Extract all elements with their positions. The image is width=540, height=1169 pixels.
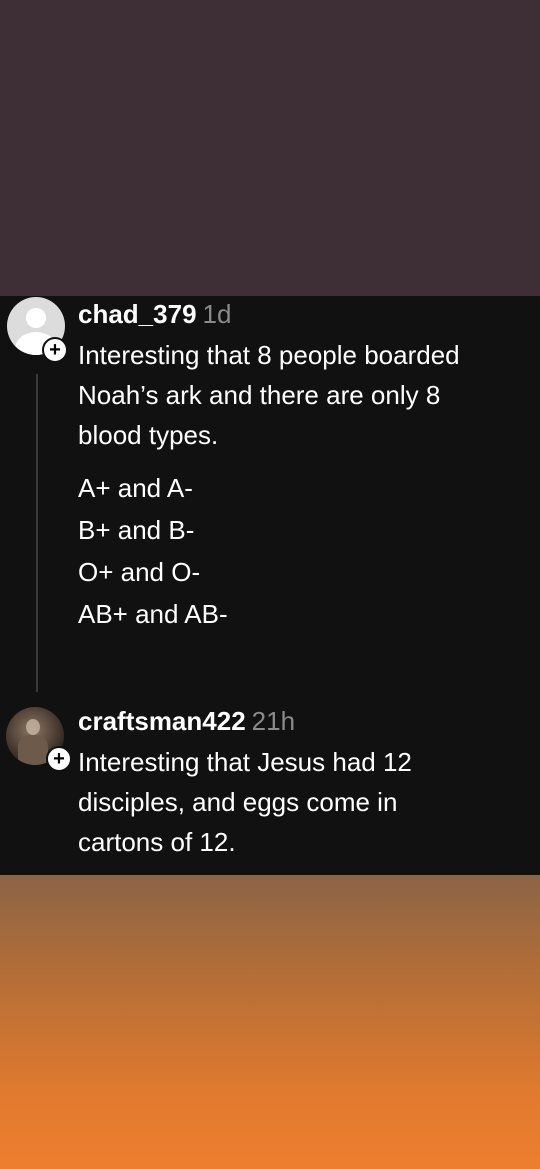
thread-connector-line <box>36 374 38 692</box>
default-user-avatar-icon <box>26 308 46 328</box>
blood-type-list: A+ and A- B+ and B- O+ and O- AB+ and AB… <box>78 467 533 635</box>
post-body-line: Interesting that Jesus had 12 <box>78 747 412 777</box>
avatar-photo-figure <box>18 735 48 765</box>
list-item: A+ and A- <box>78 473 193 503</box>
timestamp: 1d <box>202 299 232 329</box>
follow-plus-icon[interactable]: + <box>42 337 68 363</box>
post-body-line: disciples, and eggs come in <box>78 787 398 817</box>
post-header: chad_379 1d <box>78 297 533 331</box>
post-body-line: blood types. <box>78 420 219 450</box>
profile-photo-avatar <box>26 719 40 735</box>
top-background <box>0 0 540 296</box>
list-item: AB+ and AB- <box>78 599 228 629</box>
list-item: B+ and B- <box>78 515 195 545</box>
post-body-line: Noah’s ark and there are only 8 <box>78 380 441 410</box>
username[interactable]: chad_379 <box>78 299 197 329</box>
follow-plus-icon[interactable]: + <box>46 746 72 772</box>
post-body: Interesting that Jesus had 12 disciples,… <box>78 742 533 862</box>
post-body: Interesting that 8 people boarded Noah’s… <box>78 335 533 455</box>
post-header: craftsman422 21h <box>78 704 533 738</box>
post-body-line: Interesting that 8 people boarded <box>78 340 460 370</box>
timestamp: 21h <box>251 706 296 736</box>
post-1: chad_379 1d Interesting that 8 people boa… <box>78 297 533 635</box>
username[interactable]: craftsman422 <box>78 706 246 736</box>
post-2: craftsman422 21h Interesting that Jesus h… <box>78 704 533 862</box>
bottom-gradient-background <box>0 875 540 1169</box>
post-body-line: cartons of 12. <box>78 827 236 857</box>
list-item: O+ and O- <box>78 557 201 587</box>
